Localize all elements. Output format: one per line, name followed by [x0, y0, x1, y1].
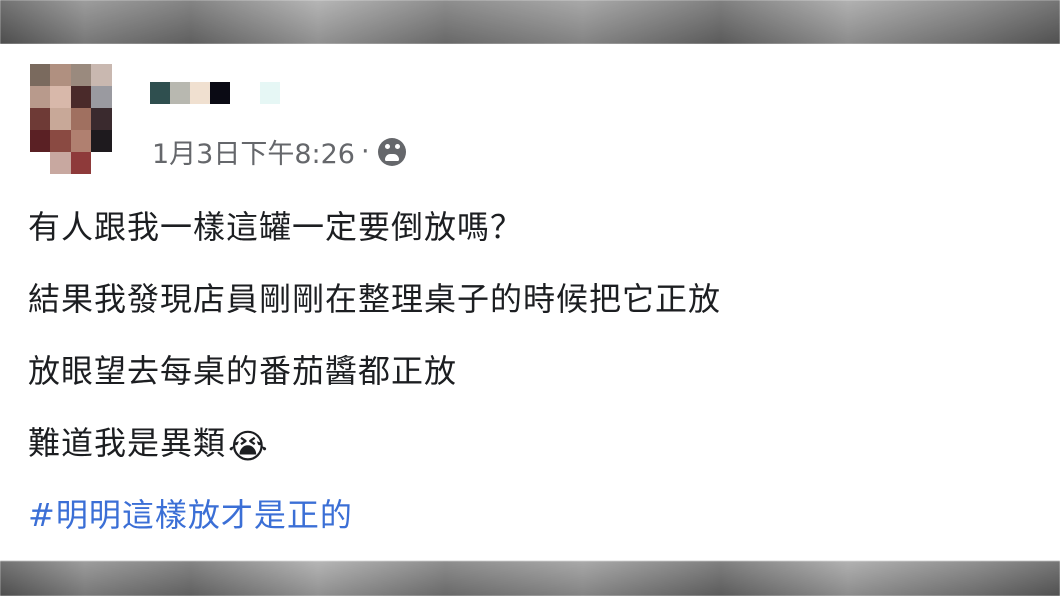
post-text-line-1: 有人跟我一樣這罐一定要倒放嗎？	[28, 208, 524, 246]
post-meta: 1月3日下午8:26 ·	[152, 132, 406, 171]
avatar[interactable]	[30, 64, 132, 174]
hashtag-link[interactable]: #明明這樣放才是正的	[28, 490, 353, 536]
public-friends-icon[interactable]	[377, 137, 406, 166]
post-card: 1月3日下午8:26 · 有人跟我一樣這罐一定要倒放嗎？ 結果我發現店員剛剛在整…	[0, 44, 1060, 561]
crying-face-emoji-icon: 😭	[228, 427, 269, 467]
post-timestamp[interactable]: 1月3日下午8:26	[152, 132, 355, 171]
blurred-background-bottom	[0, 561, 1060, 596]
post-text-line-3: 放眼望去每桌的番茄醬都正放	[28, 352, 458, 390]
author-name-redacted[interactable]	[150, 82, 280, 104]
post-text-line-4-text: 難道我是異類	[28, 424, 227, 462]
post-text-line-4: 難道我是異類😭	[28, 418, 269, 467]
blurred-background-top	[0, 0, 1060, 44]
post-text-line-2: 結果我發現店員剛剛在整理桌子的時候把它正放	[28, 280, 722, 318]
meta-separator: ·	[361, 136, 370, 167]
